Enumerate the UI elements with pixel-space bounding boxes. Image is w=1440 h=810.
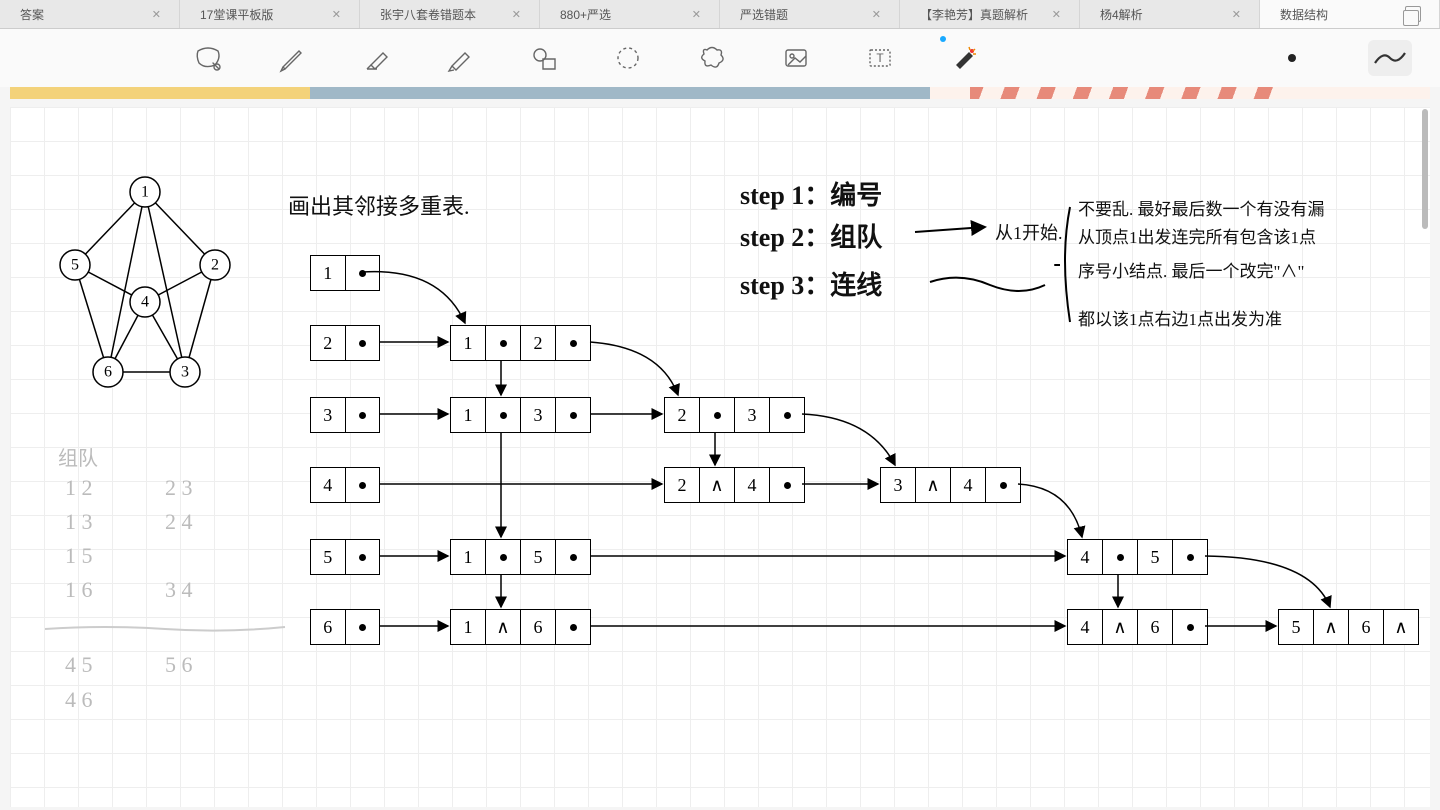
close-icon[interactable]: ✕ [692, 8, 701, 21]
edge-node: 1∧6 [450, 609, 591, 645]
edge-node: 5∧6∧ [1278, 609, 1419, 645]
pencil-row: 1 2 [65, 475, 93, 501]
svg-text:4: 4 [141, 294, 149, 311]
vertex-node: 2 [310, 325, 380, 361]
note-canvas[interactable]: 1 2 5 4 3 6 画出其邻接多重表. step 1：编号 step 2：组… [10, 107, 1430, 807]
edge-node: 4∧6 [1067, 609, 1208, 645]
edge-node: 3∧4 [880, 467, 1021, 503]
page-banner [10, 87, 1430, 99]
graph-diagram: 1 2 5 4 3 6 [10, 107, 270, 427]
tab-answers[interactable]: 答案✕ [0, 0, 180, 28]
tab-yang4[interactable]: 杨4解析✕ [1080, 0, 1260, 28]
color-swatch-black[interactable] [1288, 54, 1296, 62]
tab-yanxuan[interactable]: 严选错题✕ [720, 0, 900, 28]
svg-text:3: 3 [181, 364, 189, 381]
image-icon[interactable] [778, 40, 814, 76]
shape-icon[interactable] [526, 40, 562, 76]
text-icon[interactable]: T [862, 40, 898, 76]
side-note-2: 从顶点1出发连完所有包含该1点 [1078, 223, 1316, 248]
pen-icon[interactable] [274, 40, 310, 76]
vertex-node: 1 [310, 255, 380, 291]
edge-node: 12 [450, 325, 591, 361]
vertex-node: 4 [310, 467, 380, 503]
svg-text:T: T [876, 51, 884, 65]
step1-text: step 1：编号 [740, 175, 882, 212]
close-icon[interactable]: ✕ [872, 8, 881, 21]
tab-liyanfang[interactable]: 【李艳芳】真题解析✕ [900, 0, 1080, 28]
close-icon[interactable]: ✕ [332, 8, 341, 21]
vertex-node: 5 [310, 539, 380, 575]
svg-text:6: 6 [104, 364, 112, 381]
laser-pointer-icon[interactable] [946, 40, 982, 76]
side-note-4: 都以该1点右边1点出发为准 [1078, 305, 1282, 330]
tab-zhangyu[interactable]: 张宇八套卷错题本✕ [360, 0, 540, 28]
tab-880[interactable]: 880+严选✕ [540, 0, 720, 28]
step3-text: step 3：连线 [740, 265, 882, 302]
edge-node: 23 [664, 397, 805, 433]
svg-text:2: 2 [211, 257, 219, 274]
edge-node: 13 [450, 397, 591, 433]
side-note-3: 序号小结点. 最后一个改完"∧" [1078, 257, 1304, 282]
edge-node: 15 [450, 539, 591, 575]
edge-node: 45 [1067, 539, 1208, 575]
split-view-icon[interactable] [1405, 6, 1421, 22]
tab-17lessons[interactable]: 17堂课平板版✕ [180, 0, 360, 28]
toolbar: T [0, 29, 1440, 87]
close-icon[interactable]: ✕ [1052, 8, 1061, 21]
highlighter-icon[interactable] [442, 40, 478, 76]
scrollbar[interactable] [1422, 109, 1428, 229]
note-title: 画出其邻接多重表. [288, 189, 470, 221]
vertex-node: 3 [310, 397, 380, 433]
side-note-1: 不要乱. 最好最后数一个有没有漏 [1078, 195, 1325, 220]
vertex-node: 6 [310, 609, 380, 645]
svg-text:1: 1 [141, 184, 149, 201]
step2-text: step 2：组队 [740, 217, 882, 254]
lasso-icon[interactable] [610, 40, 646, 76]
tab-datastructure[interactable]: 数据结构 [1260, 0, 1440, 28]
sticker-icon[interactable] [694, 40, 730, 76]
svg-text:5: 5 [71, 257, 79, 274]
close-icon[interactable]: ✕ [152, 8, 161, 21]
pencil-hdr: 组队 [58, 442, 98, 471]
brush-preview[interactable] [1368, 40, 1412, 76]
edge-node: 2∧4 [664, 467, 805, 503]
tab-bar: 答案✕ 17堂课平板版✕ 张宇八套卷错题本✕ 880+严选✕ 严选错题✕ 【李艳… [0, 0, 1440, 29]
close-icon[interactable]: ✕ [512, 8, 521, 21]
step2-side: 从1开始. [995, 219, 1063, 245]
lasso-page-icon[interactable] [190, 40, 226, 76]
eraser-icon[interactable] [358, 40, 394, 76]
close-icon[interactable]: ✕ [1232, 8, 1241, 21]
